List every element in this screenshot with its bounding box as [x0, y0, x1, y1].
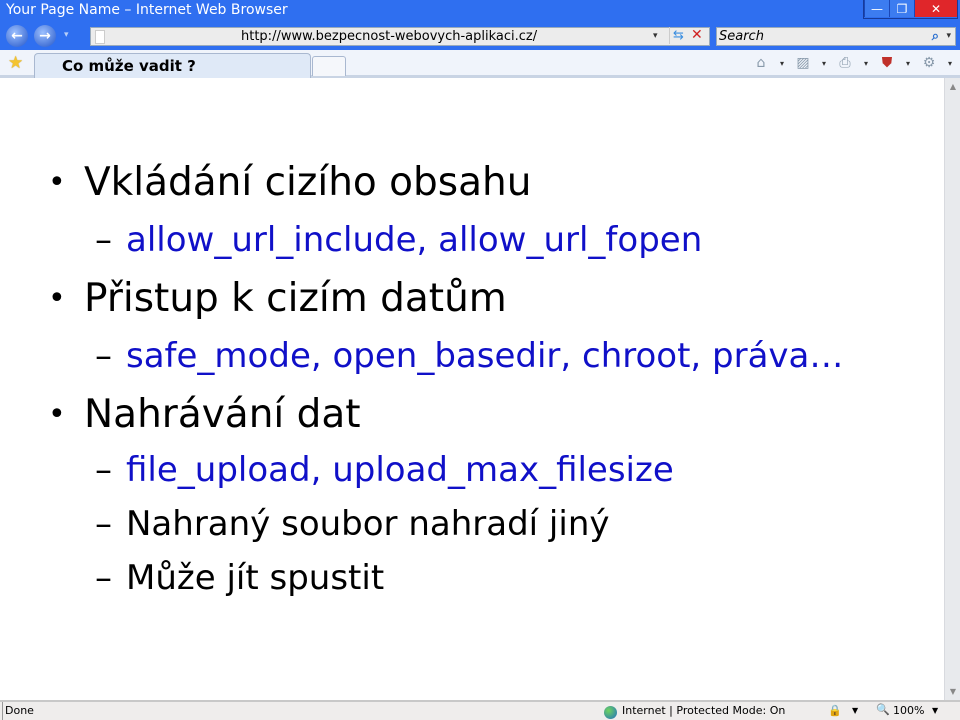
vertical-scrollbar[interactable]: ▲ ▼: [944, 78, 960, 700]
dash-icon: –: [95, 558, 112, 598]
tools-gear-icon[interactable]: ⚙: [918, 55, 940, 71]
feeds-dropdown-icon[interactable]: ▾: [818, 59, 830, 68]
sub-bullet-text: Může jít spustit: [126, 558, 385, 598]
tab-bar: ★ Co může vadit ? ⌂ ▾ ▨ ▾ ⎙ ▾ ⛊ ▾ ⚙ ▾: [0, 50, 960, 78]
safety-dropdown-icon[interactable]: ▾: [902, 59, 914, 68]
bullet-icon: •: [48, 165, 66, 200]
sub-bullet-item: – Může jít spustit: [95, 558, 385, 598]
bullet-icon: •: [48, 281, 66, 316]
minimize-icon: —: [871, 1, 883, 16]
restore-icon: ❐: [896, 1, 908, 16]
bullet-text: Nahrávání dat: [84, 392, 361, 437]
status-text: Done: [2, 702, 34, 720]
search-dropdown-icon[interactable]: ▾: [946, 28, 951, 45]
dash-icon: –: [95, 450, 112, 490]
bullet-item: • Vkládání cizího obsahu: [48, 160, 532, 205]
scroll-up-icon[interactable]: ▲: [945, 82, 960, 91]
bullet-text: Vkládání cizího obsahu: [84, 160, 532, 205]
lock-icon[interactable]: 🔒: [828, 702, 842, 720]
search-icon[interactable]: ⌕: [932, 28, 939, 45]
zoom-icon[interactable]: 🔍: [876, 701, 890, 719]
address-dropdown-icon[interactable]: ▾: [653, 28, 658, 45]
address-url[interactable]: http://www.bezpecnost-webovych-aplikaci.…: [241, 28, 537, 45]
navigation-bar: ← → ▾ http://www.bezpecnost-webovych-apl…: [0, 22, 960, 50]
favorites-star-icon[interactable]: ★: [8, 53, 23, 73]
bullet-item: • Nahrávání dat: [48, 392, 361, 437]
command-bar: ⌂ ▾ ▨ ▾ ⎙ ▾ ⛊ ▾ ⚙ ▾: [750, 55, 956, 71]
forward-arrow-icon: →: [39, 28, 51, 44]
close-icon: ✕: [930, 1, 942, 16]
status-bar: Done Internet | Protected Mode: On 🔒 ▼ 🔍…: [0, 700, 960, 720]
globe-icon: [604, 705, 617, 719]
sub-bullet-text: file_upload, upload_max_filesize: [126, 450, 674, 490]
sub-bullet-item: – allow_url_include, allow_url_fopen: [95, 220, 703, 260]
sub-bullet-item: – Nahraný soubor nahradí jiný: [95, 504, 610, 544]
window-controls: — ❐ ✕: [863, 0, 958, 19]
feeds-icon[interactable]: ▨: [792, 55, 814, 71]
back-button[interactable]: ←: [6, 25, 28, 47]
zone-text: Internet | Protected Mode: On: [622, 704, 786, 717]
forward-button[interactable]: →: [34, 25, 56, 47]
search-box[interactable]: ⌕ ▾: [716, 27, 956, 46]
restore-button[interactable]: ❐: [889, 0, 914, 17]
sub-bullet-text: Nahraný soubor nahradí jiný: [126, 504, 610, 544]
tab-label: Co může vadit ?: [62, 57, 196, 75]
bullet-item: • Přistup k cizím datům: [48, 276, 507, 321]
page-content: • Vkládání cizího obsahu – allow_url_inc…: [0, 78, 944, 700]
print-icon[interactable]: ⎙: [834, 55, 856, 71]
stop-icon[interactable]: ✕: [691, 27, 703, 44]
sub-bullet-item: – safe_mode, open_basedir, chroot, práva…: [95, 336, 844, 376]
zoom-level[interactable]: 100%: [893, 702, 924, 720]
search-input[interactable]: [717, 29, 911, 44]
tools-dropdown-icon[interactable]: ▾: [944, 59, 956, 68]
back-arrow-icon: ←: [11, 28, 23, 44]
zoom-dropdown-icon[interactable]: ▼: [932, 702, 938, 720]
sub-bullet-item: – file_upload, upload_max_filesize: [95, 450, 674, 490]
scroll-down-icon[interactable]: ▼: [945, 687, 960, 696]
history-dropdown-icon[interactable]: ▾: [64, 30, 69, 40]
page-icon: [95, 30, 105, 44]
print-dropdown-icon[interactable]: ▾: [860, 59, 872, 68]
home-dropdown-icon[interactable]: ▾: [776, 59, 788, 68]
minimize-button[interactable]: —: [864, 0, 889, 17]
home-icon[interactable]: ⌂: [750, 55, 772, 71]
tab-active[interactable]: Co může vadit ?: [34, 53, 311, 78]
close-button[interactable]: ✕: [914, 0, 957, 17]
dash-icon: –: [95, 504, 112, 544]
safety-shield-icon[interactable]: ⛊: [876, 55, 898, 71]
dash-icon: –: [95, 220, 112, 260]
dash-icon: –: [95, 336, 112, 376]
sub-bullet-text: allow_url_include, allow_url_fopen: [126, 220, 703, 260]
refresh-icon[interactable]: ⇆: [669, 27, 684, 44]
bullet-text: Přistup k cizím datům: [84, 276, 507, 321]
window-title: Your Page Name – Internet Web Browser: [6, 2, 288, 18]
new-tab-button[interactable]: [312, 56, 346, 76]
title-bar: Your Page Name – Internet Web Browser — …: [0, 0, 960, 22]
address-bar[interactable]: http://www.bezpecnost-webovych-aplikaci.…: [90, 27, 710, 46]
bullet-icon: •: [48, 397, 66, 432]
sub-bullet-text: safe_mode, open_basedir, chroot, práva…: [126, 336, 844, 376]
security-zone[interactable]: Internet | Protected Mode: On: [604, 702, 785, 720]
lock-dropdown-icon[interactable]: ▼: [852, 702, 858, 720]
